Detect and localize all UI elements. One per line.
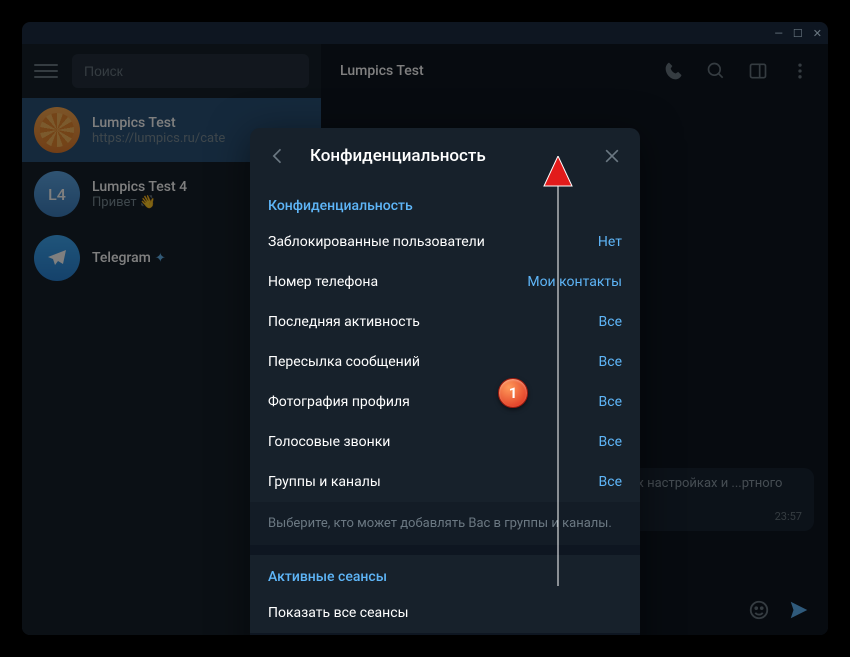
setting-label: Показать все сеансы [268,605,408,621]
setting-profile-photo[interactable]: Фотография профиля Все [250,382,640,422]
setting-last-seen[interactable]: Последняя активность Все [250,302,640,342]
setting-value: Все [599,434,622,450]
modal-title: Конфиденциальность [310,146,486,166]
annotation-arrow [538,156,578,596]
setting-label: Пересылка сообщений [268,354,420,370]
setting-value: Все [599,354,622,370]
section-hint: Выберите, кто может добавлять Вас в груп… [250,502,640,545]
setting-forwarding[interactable]: Пересылка сообщений Все [250,342,640,382]
setting-show-sessions[interactable]: Показать все сеансы [250,593,640,633]
close-button[interactable] [602,146,622,166]
setting-label: Группы и каналы [268,474,381,490]
app-window: — ☐ ✕ Lumpics Test https://lumpics.ru/ca… [22,22,828,635]
divider [250,633,640,635]
setting-value: Все [599,314,622,330]
setting-label: Фотография профиля [268,394,410,410]
setting-value: Все [599,474,622,490]
privacy-modal: Конфиденциальность Конфиденциальность За… [250,128,640,635]
setting-label: Заблокированные пользователи [268,234,485,250]
setting-label: Последняя активность [268,314,420,330]
setting-label: Голосовые звонки [268,434,390,450]
annotation-step-badge: 1 [498,378,528,408]
setting-label: Номер телефона [268,274,378,290]
maximize-button[interactable]: ☐ [793,27,803,40]
section-sessions-title: Активные сеансы [250,555,640,593]
setting-groups-channels[interactable]: Группы и каналы Все [250,462,640,502]
setting-blocked-users[interactable]: Заблокированные пользователи Нет [250,222,640,262]
setting-phone-number[interactable]: Номер телефона Мои контакты [250,262,640,302]
back-button[interactable] [268,146,288,166]
setting-value: Все [599,394,622,410]
setting-voice-calls[interactable]: Голосовые звонки Все [250,422,640,462]
divider [250,545,640,555]
titlebar: — ☐ ✕ [22,22,828,44]
minimize-button[interactable]: — [774,27,783,40]
setting-value: Нет [598,234,622,250]
section-privacy-title: Конфиденциальность [250,184,640,222]
window-close-button[interactable]: ✕ [813,27,822,40]
